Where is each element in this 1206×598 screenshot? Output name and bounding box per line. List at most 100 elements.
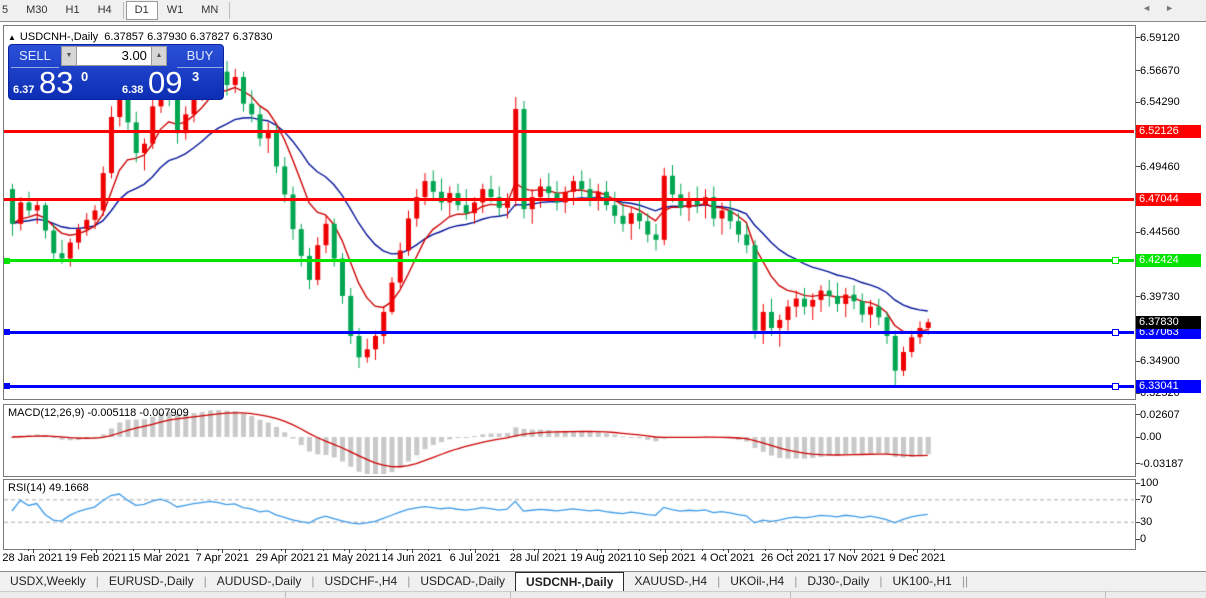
time-axis-minor-tick [365,549,367,551]
chart-tab-usdchf[interactable]: USDCHF-,H4 [315,572,408,591]
chart-title: ▲ USDCNH-,Daily 6.37857 6.37930 6.37827 6… [8,31,273,43]
chart-tab-uk100[interactable]: UK100-,H1 [882,572,961,591]
macd-axis-tick-label: -0.03187 [1140,457,1184,470]
price-axis-tick-label: 6.56670 [1140,64,1180,77]
chart-tab-usdcad[interactable]: USDCAD-,Daily [410,572,515,591]
chart-tab-eurusd[interactable]: EURUSD-,Daily [99,572,204,591]
level-line-left-handle[interactable] [4,257,10,264]
timeframe-button-h4[interactable]: H4 [89,1,121,20]
one-click-trade-panel: SELL ▼ 3.00 ▲ BUY 6.37 83 0 6.38 09 3 [8,44,224,100]
timeframe-button-mn[interactable]: MN [192,1,227,20]
chart-tab-usdx[interactable]: USDX,Weekly [0,572,96,591]
time-axis-minor-tick [491,549,493,551]
time-axis-minor-tick [91,549,93,551]
time-axis-minor-tick [512,549,514,551]
time-axis-minor-tick [154,549,156,551]
horizontal-level-line-6.42424[interactable] [4,259,1134,263]
buy-price-pip-digit: 3 [192,69,200,84]
timeframe-button-w1[interactable]: W1 [158,1,193,20]
chart-tab-bar: USDX,Weekly | EURUSD-,Daily | AUDUSD-,Daily |… [0,571,1206,591]
time-axis-minor-tick [891,549,893,551]
level-line-right-handle[interactable] [1112,382,1119,390]
volume-increase-button[interactable]: ▲ [150,46,167,66]
price-axis-tick-label: 6.49460 [1140,160,1180,173]
toolbar-separator [122,2,124,19]
time-axis-major-tick [474,549,476,553]
tab-scroll-right-icon[interactable]: ► [1165,3,1188,13]
time-axis-major-tick [159,549,160,553]
time-axis-minor-tick [407,549,409,551]
time-axis-major-tick [285,549,287,553]
time-axis-minor-tick [49,549,51,551]
time-axis-minor-tick [912,549,914,551]
horizontal-level-line-6.47044[interactable] [4,197,1134,201]
timeframe-button-m30[interactable]: M30 [17,1,56,20]
horizontal-level-line-6.33041[interactable] [4,384,1134,388]
price-level-badge: 6.47044 [1136,192,1201,206]
chart-tab-usdcnh[interactable]: USDCNH-,Daily [515,572,625,591]
time-axis-major-tick [348,549,350,553]
bottom-strip-separator [1105,591,1106,598]
time-axis-major-tick [411,549,413,553]
bottom-strip-separator [790,591,791,598]
time-axis-minor-tick [217,549,219,551]
trading-platform-window: 5 M30 H1 H4 D1 W1 MN ▲ USDCNH-,Daily 6.37857 6.… [0,0,1206,598]
time-axis-minor-tick [639,549,641,551]
volume-decrease-button[interactable]: ▼ [60,46,77,66]
volume-stepper: ▼ 3.00 ▲ [60,46,167,66]
price-axis-tick-label: 6.34900 [1140,355,1180,368]
rsi-axis-tick-label: 100 [1140,477,1159,489]
time-axis-minor-tick [175,549,177,551]
volume-input[interactable]: 3.00 [76,46,151,66]
tab-scroll-left-icon[interactable]: ◄ [1142,3,1165,13]
price-axis-tick-label: 6.54290 [1140,96,1180,109]
buy-button[interactable]: BUY [176,45,223,68]
timeframe-button-5[interactable]: 5 [0,1,17,20]
chart-tab-xauusd[interactable]: XAUUSD-,H4 [624,572,717,591]
bottom-strip-separator [510,591,511,598]
timeframe-toolbar: 5 M30 H1 H4 D1 W1 MN [0,0,1206,22]
time-axis-minor-tick [723,549,725,551]
rsi-canvas[interactable] [4,480,1134,547]
price-axis-tick-label: 6.39730 [1140,290,1180,303]
time-axis-minor-tick [238,549,240,551]
tab-scroll-arrows[interactable]: ◄► [1142,3,1188,13]
time-axis-minor-tick [807,549,809,551]
timeframe-button-d1[interactable]: D1 [125,1,158,20]
time-axis-major-tick [222,549,224,553]
time-axis-minor-tick [259,549,261,551]
time-axis-minor-tick [112,549,114,551]
sell-price-display[interactable]: 6.37 83 0 [9,65,115,100]
time-axis-minor-tick [533,549,535,551]
collapse-arrow-icon[interactable]: ▲ [8,33,16,42]
chart-tab-dj30[interactable]: DJ30-,Daily [797,572,879,591]
time-axis-minor-tick [596,549,598,551]
level-line-left-handle[interactable] [4,383,10,390]
level-line-right-handle[interactable] [1112,328,1119,336]
chart-tab-ukoil[interactable]: UKOil-,H4 [720,572,794,591]
buy-price-display[interactable]: 6.38 09 3 [118,65,223,100]
price-level-badge: 6.42424 [1136,254,1201,268]
buy-price-prefix: 6.38 [122,84,144,96]
time-axis-major-tick [790,549,792,553]
time-axis-minor-tick [133,549,135,551]
time-axis-label: 9 Dec 2021 [889,552,946,564]
sell-price-pip-digit: 0 [81,69,89,84]
time-axis-minor-tick [344,549,346,551]
level-line-right-handle[interactable] [1112,257,1119,265]
chart-tab-audusd[interactable]: AUDUSD-,Daily [207,572,312,591]
buy-price-big-digits: 09 [148,65,183,100]
time-axis-minor-tick [196,549,198,551]
horizontal-level-line-6.52126[interactable] [4,129,1134,133]
price-level-badge: 6.33041 [1136,379,1201,393]
time-axis-minor-tick [554,549,556,551]
chart-symbol-label: USDCNH-,Daily [19,31,99,43]
time-axis-major-tick [32,549,34,553]
sell-price-prefix: 6.37 [13,84,35,96]
level-line-left-handle[interactable] [4,329,10,336]
horizontal-level-line-6.37063[interactable] [4,330,1134,334]
timeframe-button-h1[interactable]: H1 [57,1,89,20]
time-axis-minor-tick [681,549,683,551]
time-axis-major-tick [727,549,729,553]
time-axis-minor-tick [575,549,577,551]
